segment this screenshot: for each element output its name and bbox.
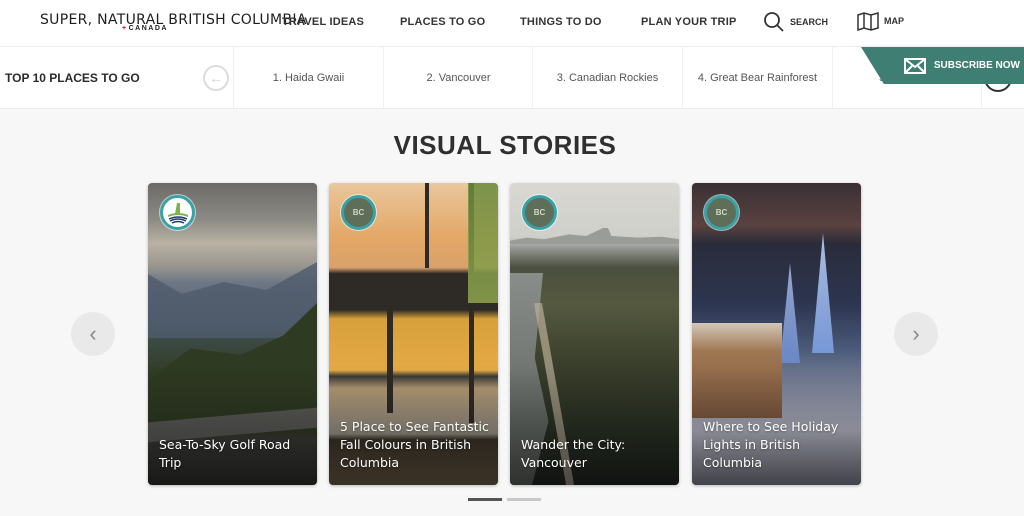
pagination-dot-active[interactable] — [468, 498, 502, 501]
pagination-dot[interactable] — [507, 498, 541, 501]
map-button[interactable]: MAP — [857, 11, 904, 31]
arrow-left-icon: ← — [209, 70, 223, 86]
logo[interactable]: SUPER, NATURAL BRITISH COLUMBIA +CANADA — [40, 12, 306, 38]
subscribe-now-button[interactable]: SUBSCRIBE NOW — [861, 47, 1024, 84]
bc-leaf-badge-icon: BC — [522, 195, 557, 230]
nav-things-to-do[interactable]: THINGS TO DO — [520, 16, 602, 28]
chevron-left-icon: ‹ — [89, 321, 97, 346]
badge-text: BC — [715, 208, 728, 217]
top-10-item[interactable]: 2. Vancouver — [383, 47, 533, 108]
story-title: Wander the City: Vancouver — [521, 437, 626, 470]
logo-subtitle: +CANADA — [122, 25, 168, 32]
story-card[interactable]: BC Wander the City: Vancouver — [510, 183, 679, 485]
chevron-right-icon: › — [912, 321, 920, 346]
map-label: MAP — [884, 16, 904, 26]
top-10-title: TOP 10 PLACES TO GO — [5, 71, 140, 85]
canada-plus-mark: + — [122, 25, 128, 32]
golf-logo-icon — [167, 202, 188, 224]
nav-travel-ideas[interactable]: TRAVEL IDEAS — [282, 16, 364, 28]
map-icon — [857, 12, 879, 31]
story-card[interactable]: Sea-To-Sky Golf Road Trip — [148, 183, 317, 485]
bc-leaf-badge-icon: BC — [704, 195, 739, 230]
site-header: SUPER, NATURAL BRITISH COLUMBIA +CANADA … — [0, 0, 1024, 47]
search-icon — [764, 12, 784, 32]
bc-leaf-badge-icon: BC — [341, 195, 376, 230]
badge-text: BC — [352, 208, 365, 217]
carousel-prev-button[interactable]: ‹ — [71, 312, 115, 356]
search-button[interactable]: SEARCH — [763, 11, 828, 33]
logo-canada: CANADA — [128, 25, 168, 32]
subscribe-label: SUBSCRIBE NOW — [933, 60, 1020, 71]
nav-plan-your-trip[interactable]: PLAN YOUR TRIP — [641, 16, 737, 28]
top-10-item[interactable]: 3. Canadian Rockies — [532, 47, 682, 108]
foliage — [468, 183, 498, 303]
top-10-prev-button[interactable]: ← — [203, 65, 229, 91]
story-title: 5 Place to See Fantastic Fall Colours in… — [340, 419, 489, 470]
window-post — [425, 183, 429, 268]
search-label: SEARCH — [790, 17, 829, 27]
story-card[interactable]: BC Where to See Holiday Lights in Britis… — [692, 183, 861, 485]
carousel-next-button[interactable]: › — [894, 312, 938, 356]
story-title: Sea-To-Sky Golf Road Trip — [159, 437, 291, 470]
top-10-item[interactable]: 4. Great Bear Rainforest — [682, 47, 832, 108]
story-title: Where to See Holiday Lights in British C… — [703, 419, 839, 470]
nav-places-to-go[interactable]: PLACES TO GO — [400, 16, 485, 28]
top-10-item[interactable]: 1. Haida Gwaii — [233, 47, 383, 108]
section-title: VISUAL STORIES — [393, 130, 617, 160]
golf-badge-icon — [160, 195, 195, 230]
envelope-icon — [903, 57, 926, 74]
badge-text: BC — [533, 208, 546, 217]
story-card[interactable]: BC 5 Place to See Fantastic Fall Colours… — [329, 183, 498, 485]
